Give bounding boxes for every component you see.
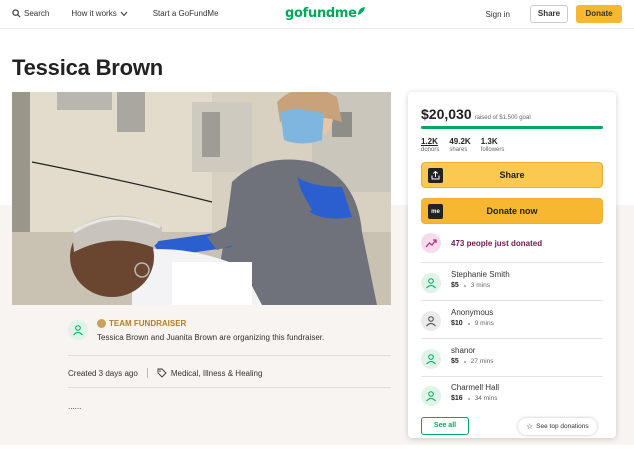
stat-label: donors — [421, 147, 440, 153]
nav-right: Sign in Share Donate — [486, 5, 622, 23]
donor-name: Stephanie Smith — [451, 270, 510, 279]
nav-left: Search How it works Start a GoFundMe — [12, 9, 241, 18]
stat-label: followers — [480, 147, 505, 153]
donation-amount: $10 — [451, 320, 463, 327]
donation-item: Charmell Hall $16 34 mins — [421, 383, 499, 406]
stat-value: 1.2K — [421, 137, 438, 146]
created-date: Created 3 days ago — [68, 368, 138, 378]
divider — [68, 355, 391, 356]
donor-divider — [421, 338, 603, 339]
donate-now-label: Donate now — [486, 206, 538, 216]
donor-name: Charmell Hall — [451, 383, 500, 392]
donation-time: 3 mins — [470, 282, 490, 289]
share-button-label: Share — [499, 170, 525, 180]
start-gofundme-label: Start a GoFundMe — [152, 9, 219, 18]
gofundme-logo[interactable]: gofundme — [285, 6, 366, 21]
stat-value: 1.3K — [480, 137, 498, 146]
donor-divider — [421, 262, 603, 263]
how-it-works-label: How it works — [71, 9, 117, 18]
sign-in-link[interactable]: Sign in — [486, 10, 510, 19]
anonymous-user-icon — [421, 311, 441, 331]
team-label-text: TEAM FUNDRAISER — [109, 319, 187, 328]
donation-amount: $5 — [451, 282, 459, 289]
divider — [68, 387, 391, 388]
donor-name: shanor — [451, 346, 476, 355]
raised-summary: $20,030 raised of $1,500 goal — [421, 106, 531, 122]
share-button[interactable]: Share — [421, 162, 603, 188]
donation-item: Stephanie Smith $5 3 mins — [421, 270, 510, 293]
stat-value: 49.2K — [449, 137, 471, 146]
see-top-donations-button[interactable]: ☆ See top donations — [518, 418, 597, 435]
raised-amount: $20,030 — [421, 106, 472, 122]
progress-bar — [421, 126, 603, 129]
search-label: Search — [24, 9, 50, 18]
see-top-label: See top donations — [536, 423, 589, 430]
meta-separator — [146, 368, 148, 378]
donation-details: shanor $5 27 mins — [451, 346, 494, 365]
user-icon — [421, 273, 441, 293]
donation-meta: $5 27 mins — [451, 358, 494, 365]
recent-donations-notice: 473 people just donated — [421, 233, 542, 253]
campaign-stats: 1.2K donors 49.2K shares 1.3K followers — [421, 137, 514, 153]
stat-followers: 1.3K followers — [481, 137, 505, 153]
search-icon — [12, 9, 21, 18]
team-badge-icon — [97, 319, 106, 328]
dot-separator — [467, 322, 470, 325]
donation-time: 34 mins — [474, 395, 498, 402]
campaign-photo-illustration — [12, 92, 391, 305]
page-title: Tessica Brown — [12, 55, 164, 80]
donation-meta: $16 34 mins — [451, 395, 499, 402]
dot-separator — [467, 397, 470, 400]
donation-meta: $10 9 mins — [451, 320, 494, 327]
share-icon — [428, 168, 443, 183]
donation-time: 9 mins — [474, 320, 494, 327]
star-icon: ☆ — [526, 422, 534, 431]
top-navigation: Search How it works Start a GoFundMe gof… — [0, 0, 634, 29]
dot-separator — [463, 360, 466, 363]
donation-details: Stephanie Smith $5 3 mins — [451, 270, 510, 289]
stat-shares: 49.2K shares — [449, 137, 470, 153]
gofundme-icon: me — [428, 204, 443, 219]
dot-separator — [463, 284, 466, 287]
donation-amount: $5 — [451, 358, 459, 365]
donate-now-button[interactable]: me Donate now — [421, 198, 603, 224]
donation-details: Charmell Hall $16 34 mins — [451, 383, 499, 402]
start-gofundme-link[interactable]: Start a GoFundMe — [153, 9, 219, 18]
organizer-avatar — [68, 320, 88, 340]
progress-fill — [421, 126, 603, 129]
how-it-works-menu[interactable]: How it works — [71, 9, 130, 18]
see-all-button[interactable]: See all — [421, 417, 469, 435]
donation-details: Anonymous $10 9 mins — [451, 308, 494, 327]
donor-divider — [421, 300, 603, 301]
leaf-logo-icon — [357, 7, 365, 15]
header-donate-button[interactable]: Donate — [576, 5, 622, 23]
donor-name: Anonymous — [451, 308, 494, 317]
stat-label: shares — [449, 147, 468, 153]
user-icon — [73, 325, 83, 336]
tag-icon — [157, 368, 167, 378]
search-link[interactable]: Search — [12, 9, 49, 18]
header-share-button[interactable]: Share — [530, 5, 568, 23]
campaign-meta: Created 3 days ago Medical, Illness & He… — [68, 368, 262, 378]
campaign-photo — [12, 92, 391, 305]
chevron-down-icon — [120, 11, 128, 16]
organizer-text: Tessica Brown and Juanita Brown are orga… — [97, 333, 325, 342]
goal-text: raised of $1,500 goal — [474, 115, 531, 121]
story-text: ...... — [68, 402, 82, 411]
category-link[interactable]: Medical, Illness & Healing — [171, 369, 263, 378]
donation-item: shanor $5 27 mins — [421, 346, 494, 369]
team-fundraiser-label: TEAM FUNDRAISER — [97, 319, 186, 328]
logo-text: gofundme — [285, 6, 357, 21]
donation-card: $20,030 raised of $1,500 goal 1.2K donors… — [408, 92, 616, 438]
donation-meta: $5 3 mins — [451, 282, 510, 289]
just-donated-text: 473 people just donated — [451, 238, 543, 248]
stat-donors[interactable]: 1.2K donors — [421, 137, 439, 153]
donor-divider — [421, 376, 603, 377]
donation-time: 27 mins — [470, 358, 494, 365]
user-icon — [421, 386, 441, 406]
trend-icon — [421, 233, 441, 253]
donation-item: Anonymous $10 9 mins — [421, 308, 494, 331]
user-icon — [421, 349, 441, 369]
donation-amount: $16 — [451, 395, 463, 402]
